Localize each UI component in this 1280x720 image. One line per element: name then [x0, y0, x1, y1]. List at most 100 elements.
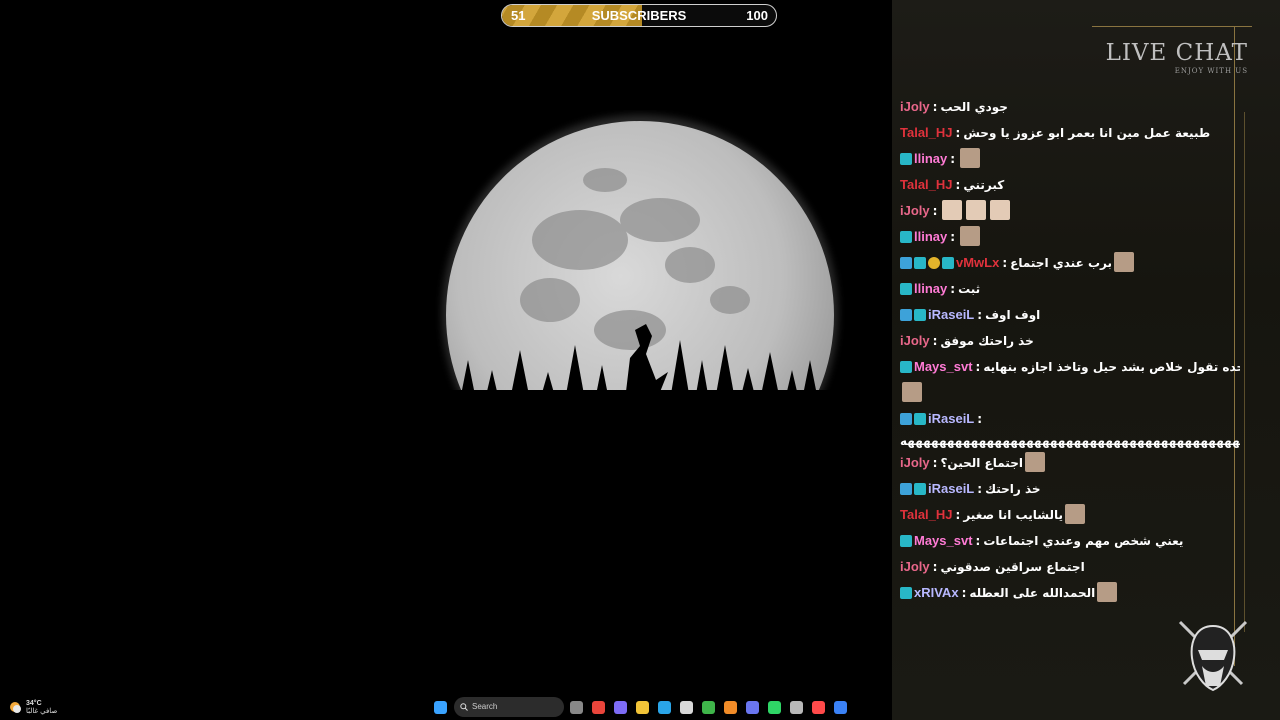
- chat-emote-icon: [942, 200, 963, 220]
- chat-text: كبرتني: [963, 178, 1005, 192]
- chat-emote-icon: [1113, 252, 1134, 272]
- moderator-badge-icon: [914, 483, 926, 495]
- file-explorer-icon[interactable]: [636, 701, 649, 714]
- chat-username[interactable]: Talal_HJ: [900, 507, 953, 522]
- chat-username[interactable]: llinay: [914, 229, 947, 244]
- chat-message: Talal_HJ: طبيعة عمل مين انا بعمر ابو عزوز…: [900, 120, 1240, 146]
- chat-username[interactable]: iRaseiL: [928, 481, 974, 496]
- chat-username[interactable]: Talal_HJ: [900, 177, 953, 192]
- chat-separator: :: [975, 360, 981, 374]
- chat-username[interactable]: llinay: [914, 281, 947, 296]
- edge-icon[interactable]: [658, 701, 671, 714]
- store-icon[interactable]: [680, 701, 693, 714]
- moderator-badge-icon: [900, 283, 912, 295]
- chat-message: llinay:: [900, 146, 1240, 172]
- chat-message: iJoly: اجتماع سراقين صدقوني: [900, 554, 1240, 580]
- chat-message: Mays_svt: يعني شخص مهم وعندي اجتماعات: [900, 528, 1240, 554]
- moderator-badge-icon: [914, 413, 926, 425]
- terminal-icon[interactable]: [790, 701, 803, 714]
- chat-text: جودي الحب: [940, 100, 1008, 114]
- chat-message: iRaseiL:: [900, 406, 1240, 432]
- chat-username[interactable]: iJoly: [900, 455, 930, 470]
- chat-subtitle: ENJOY WITH US: [1174, 67, 1248, 75]
- chat-separator: :: [950, 152, 956, 166]
- task-view-icon[interactable]: [570, 701, 583, 714]
- chat-message: [900, 380, 1240, 406]
- chat-emote-icon: [966, 200, 987, 220]
- chat-text: ثبت: [958, 282, 981, 296]
- chat-username[interactable]: iRaseiL: [928, 307, 974, 322]
- chat-text: يعني شخص مهم وعندي اجتماعات: [983, 534, 1184, 548]
- chat-username[interactable]: xRIVAx: [914, 585, 959, 600]
- chat-message: vMwLx: برب عندي اجتماع: [900, 250, 1240, 276]
- chat-emote-icon: [1024, 452, 1045, 472]
- steam-icon[interactable]: [834, 701, 847, 714]
- chat-header: LIVE CHAT ENJOY WITH US: [1106, 40, 1248, 75]
- moderator-badge-icon: [900, 587, 912, 599]
- chat-message: llinay: ثبت: [900, 276, 1240, 302]
- vip-arrow-badge-icon: [900, 257, 912, 269]
- chat-text: اوف اوف: [985, 308, 1041, 322]
- chat-separator: :: [977, 308, 983, 322]
- chat-message: هههههههههههههههههههههههههههههههههههههههه…: [900, 432, 1240, 450]
- chat-username[interactable]: vMwLx: [956, 255, 999, 270]
- chat-message: Mays_svt:معك وحده تقول خلاص بشد حيل وتاخ…: [900, 354, 1240, 380]
- chat-message: iJoly: خذ راحتك موفق: [900, 328, 1240, 354]
- search-placeholder: Search: [472, 702, 498, 711]
- app-a-icon[interactable]: [724, 701, 737, 714]
- chat-text: خذ راحتك: [985, 482, 1041, 496]
- weather-widget[interactable]: 34°C صافي غالبًا: [8, 700, 57, 716]
- chat-separator: :: [975, 534, 981, 548]
- live-chat-panel: LIVE CHAT ENJOY WITH US iJoly: جودي الحب T…: [892, 0, 1280, 720]
- chat-username[interactable]: iJoly: [900, 99, 930, 114]
- subscriber-goal-bar: 51 SUBSCRIBERS 100: [501, 4, 777, 27]
- copilot-icon[interactable]: [614, 701, 627, 714]
- spotify-icon[interactable]: [768, 701, 781, 714]
- chat-separator: :: [932, 560, 938, 574]
- chat-message: iJoly:: [900, 198, 1240, 224]
- chat-separator: :: [977, 412, 983, 426]
- vip-arrow-badge-icon: [900, 483, 912, 495]
- chat-separator: :: [955, 126, 961, 140]
- weather-desc: صافي غالبًا: [26, 708, 58, 715]
- xbox-icon[interactable]: [702, 701, 715, 714]
- chat-text: طبيعة عمل مين انا بعمر ابو عزوز يا وحش: [963, 126, 1211, 140]
- windows-start-icon[interactable]: [434, 701, 447, 714]
- frame-line: [1244, 112, 1245, 632]
- chat-separator: :: [950, 230, 956, 244]
- chat-emote-icon: [1097, 582, 1118, 602]
- chat-username[interactable]: iJoly: [900, 203, 930, 218]
- chat-username[interactable]: Mays_svt: [914, 359, 973, 374]
- chat-username[interactable]: Mays_svt: [914, 533, 973, 548]
- chat-username[interactable]: iJoly: [900, 559, 930, 574]
- chat-username[interactable]: Talal_HJ: [900, 125, 953, 140]
- moderator-badge-icon: [914, 257, 926, 269]
- chat-separator: :: [932, 334, 938, 348]
- gold-badge-icon: [928, 257, 940, 269]
- chat-emote-icon: [960, 148, 981, 168]
- chrome-icon[interactable]: [592, 701, 605, 714]
- chat-separator: :: [950, 282, 956, 296]
- chat-message-list: iJoly: جودي الحب Talal_HJ: طبيعة عمل مين ان…: [900, 94, 1240, 610]
- chat-message: xRIVAx: الحمدالله على العطله: [900, 580, 1240, 606]
- chat-text: برب عندي اجتماع: [1010, 256, 1112, 270]
- chat-username[interactable]: iRaseiL: [928, 411, 974, 426]
- chat-emote-icon: [902, 382, 922, 402]
- moderator-badge-icon: [942, 257, 954, 269]
- chat-username[interactable]: iJoly: [900, 333, 930, 348]
- chat-text: يالشايب انا صغير: [963, 508, 1063, 522]
- chat-message: iRaseiL: خذ راحتك: [900, 476, 1240, 502]
- frame-line: [1092, 26, 1252, 27]
- chat-message: llinay:: [900, 224, 1240, 250]
- discord-icon[interactable]: [746, 701, 759, 714]
- moderator-badge-icon: [914, 309, 926, 321]
- obs-icon[interactable]: [812, 701, 825, 714]
- chat-message: iRaseiL: اوف اوف: [900, 302, 1240, 328]
- moderator-badge-icon: [900, 153, 912, 165]
- taskbar-search[interactable]: Search: [454, 697, 564, 717]
- chat-username[interactable]: llinay: [914, 151, 947, 166]
- chat-separator: :: [932, 456, 938, 470]
- chat-separator: :: [1002, 256, 1008, 270]
- chat-title: LIVE CHAT: [1105, 40, 1248, 66]
- chat-text: خذ راحتك موفق: [940, 334, 1034, 348]
